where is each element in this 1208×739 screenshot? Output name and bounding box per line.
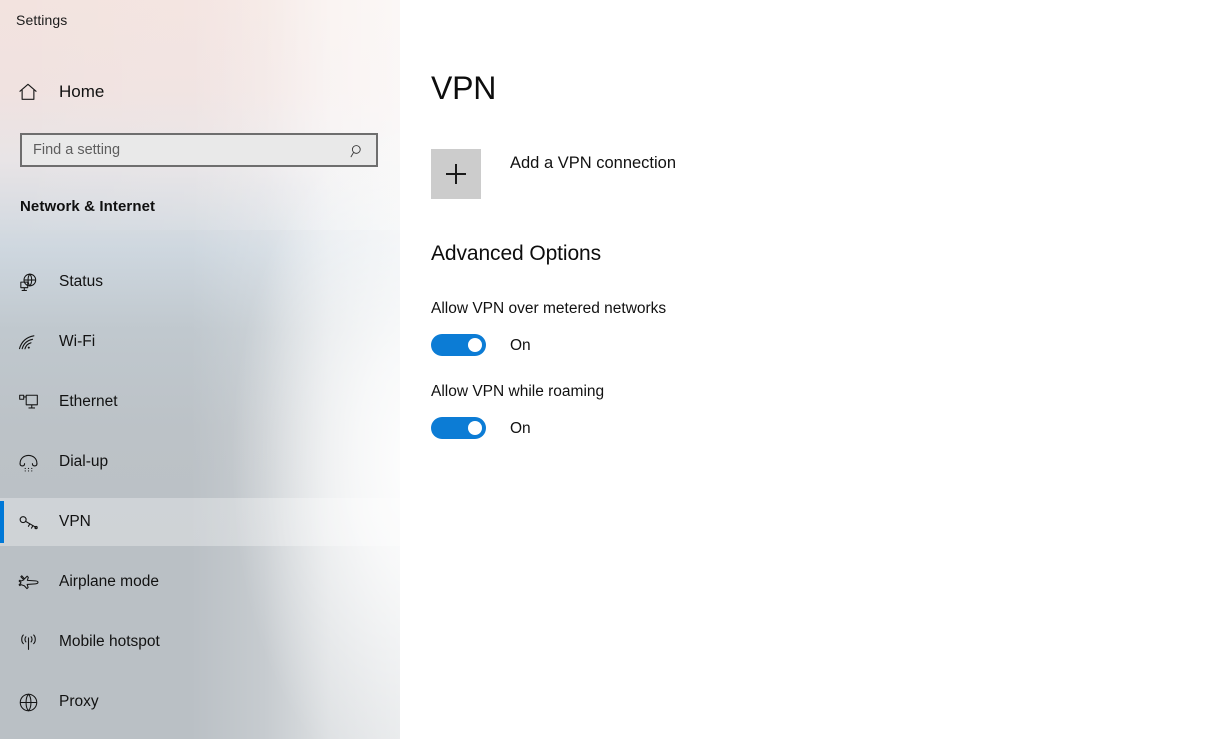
phone-handset-icon <box>13 447 43 477</box>
airplane-icon <box>13 567 43 597</box>
plus-icon <box>431 149 481 199</box>
toggle-state-label: On <box>510 336 531 354</box>
sidebar-item-airplane-mode-label: Airplane mode <box>59 573 159 590</box>
setting-allow-vpn-over-metered-networks: Allow VPN over metered networks On <box>431 298 666 356</box>
ethernet-icon <box>13 387 43 417</box>
sidebar-item-ethernet[interactable]: Ethernet <box>0 378 400 426</box>
toggle-knob <box>468 421 482 435</box>
sidebar-item-home[interactable]: Home <box>0 74 400 110</box>
page-title: VPN <box>431 70 497 106</box>
sidebar-item-proxy[interactable]: Proxy <box>0 678 400 726</box>
setting-label: Allow VPN over metered networks <box>431 300 667 317</box>
sidebar-item-status[interactable]: Status <box>0 258 400 306</box>
sidebar-item-wifi[interactable]: Wi-Fi <box>0 318 400 366</box>
plus-glyph <box>446 164 466 184</box>
sidebar-item-dialup[interactable]: Dial-up <box>0 438 400 486</box>
advanced-options-heading: Advanced Options <box>431 242 602 265</box>
sidebar-item-mobile-hotspot[interactable]: Mobile hotspot <box>0 618 400 666</box>
sidebar-item-vpn[interactable]: VPN <box>0 498 400 546</box>
toggle-row: On <box>431 417 604 439</box>
sidebar-nav-list: Status Wi-Fi Ethernet Dial-up VPN Airpla… <box>0 258 400 738</box>
setting-allow-vpn-while-roaming: Allow VPN while roaming On <box>431 381 604 439</box>
vpn-key-icon <box>13 507 43 537</box>
add-vpn-connection-button[interactable]: Add a VPN connection <box>431 149 676 199</box>
sidebar-item-proxy-label: Proxy <box>59 693 99 710</box>
settings-window: Settings Home Network & Internet <box>0 0 1208 739</box>
sidebar-item-home-label: Home <box>59 82 105 101</box>
sidebar-item-mobile-hotspot-label: Mobile hotspot <box>59 633 160 650</box>
search-icon[interactable] <box>348 142 366 160</box>
search-input[interactable] <box>33 138 323 162</box>
sidebar-category-title: Network & Internet <box>20 198 156 215</box>
home-icon <box>14 78 42 106</box>
hotspot-icon <box>13 627 43 657</box>
sidebar-item-airplane-mode[interactable]: Airplane mode <box>0 558 400 606</box>
toggle-allow-vpn-over-metered-networks[interactable] <box>431 334 486 356</box>
toggle-row: On <box>431 334 666 356</box>
sidebar-item-wifi-label: Wi-Fi <box>59 333 96 350</box>
app-title: Settings <box>16 12 68 28</box>
sidebar-item-status-label: Status <box>59 273 103 290</box>
sidebar: Settings Home Network & Internet <box>0 0 400 739</box>
sidebar-item-ethernet-label: Ethernet <box>59 393 118 410</box>
add-vpn-connection-label: Add a VPN connection <box>510 154 677 172</box>
sidebar-item-vpn-label: VPN <box>59 513 91 530</box>
sidebar-item-dialup-label: Dial-up <box>59 453 109 470</box>
wifi-icon <box>13 327 43 357</box>
search-box[interactable] <box>20 133 378 167</box>
main-content: VPN Add a VPN connection Advanced Option… <box>400 0 1208 739</box>
toggle-allow-vpn-while-roaming[interactable] <box>431 417 486 439</box>
sidebar-top-sheen <box>0 0 400 230</box>
globe-monitor-icon <box>13 267 43 297</box>
globe-icon <box>13 687 43 717</box>
setting-label: Allow VPN while roaming <box>431 383 605 400</box>
toggle-state-label: On <box>510 419 531 437</box>
toggle-knob <box>468 338 482 352</box>
